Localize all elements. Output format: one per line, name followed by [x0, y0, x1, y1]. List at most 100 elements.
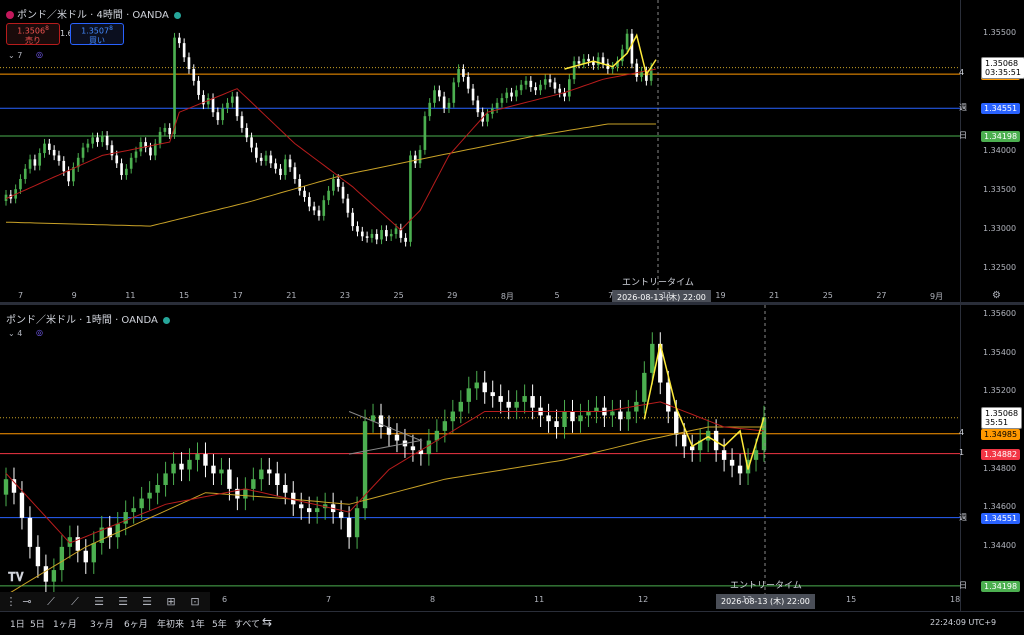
- candle[interactable]: [650, 343, 655, 373]
- candle[interactable]: [354, 508, 360, 538]
- candle[interactable]: [539, 84, 542, 91]
- candle[interactable]: [52, 149, 56, 156]
- candle[interactable]: [601, 57, 605, 64]
- candle[interactable]: [149, 147, 152, 156]
- indicator-settings-icon[interactable]: ◎: [36, 328, 43, 337]
- candle[interactable]: [332, 178, 335, 191]
- candle[interactable]: [336, 178, 340, 187]
- brush-icon[interactable]: ⟋: [68, 595, 82, 609]
- candle[interactable]: [230, 96, 234, 103]
- candle[interactable]: [341, 186, 345, 199]
- candle[interactable]: [245, 127, 249, 138]
- candle[interactable]: [168, 127, 172, 135]
- candle[interactable]: [115, 523, 120, 538]
- candle[interactable]: [312, 206, 316, 211]
- timeframe-button[interactable]: 1年: [190, 617, 205, 630]
- candle[interactable]: [187, 459, 192, 470]
- settings-gear-icon[interactable]: ⚙: [992, 290, 1001, 301]
- candle[interactable]: [283, 159, 287, 176]
- compare-icon[interactable]: ⇆: [262, 615, 272, 629]
- chart-pane-1h[interactable]: 1.356001.354001.352001.350001.348001.346…: [0, 305, 1024, 611]
- candle[interactable]: [131, 508, 136, 513]
- candle[interactable]: [307, 508, 312, 513]
- candle[interactable]: [299, 504, 304, 509]
- candle[interactable]: [255, 147, 258, 158]
- candle[interactable]: [235, 96, 239, 117]
- candle[interactable]: [275, 473, 280, 485]
- candle[interactable]: [279, 168, 282, 176]
- candle[interactable]: [586, 411, 591, 416]
- candle[interactable]: [404, 237, 407, 242]
- candle[interactable]: [474, 382, 479, 389]
- candle[interactable]: [203, 454, 208, 466]
- candle[interactable]: [450, 411, 456, 422]
- candle[interactable]: [529, 80, 533, 88]
- candle[interactable]: [452, 82, 456, 103]
- candle[interactable]: [173, 37, 176, 135]
- candle[interactable]: [338, 512, 344, 518]
- indicator-settings-icon[interactable]: ◎: [36, 50, 43, 59]
- candle[interactable]: [227, 469, 232, 489]
- candle[interactable]: [486, 113, 489, 122]
- sell-button[interactable]: 1.35068 売り: [6, 23, 60, 45]
- candle[interactable]: [482, 382, 487, 393]
- candle[interactable]: [466, 76, 470, 89]
- candle[interactable]: [635, 63, 639, 77]
- candle[interactable]: [158, 131, 162, 144]
- candle[interactable]: [243, 488, 248, 499]
- candle[interactable]: [642, 372, 647, 402]
- candle[interactable]: [442, 421, 448, 431]
- candle[interactable]: [500, 98, 504, 103]
- candle[interactable]: [495, 102, 499, 109]
- candle[interactable]: [522, 396, 527, 402]
- candle[interactable]: [426, 440, 432, 455]
- parallel-channel-icon[interactable]: ☰: [140, 595, 154, 609]
- candle[interactable]: [120, 163, 123, 176]
- candle[interactable]: [457, 69, 460, 83]
- candle[interactable]: [38, 153, 42, 166]
- trend-line-icon[interactable]: ⟋: [44, 595, 58, 609]
- candle[interactable]: [705, 430, 711, 441]
- candle[interactable]: [490, 392, 495, 397]
- candle[interactable]: [86, 143, 90, 148]
- candle[interactable]: [346, 198, 350, 213]
- candle[interactable]: [317, 210, 321, 216]
- candle[interactable]: [251, 479, 256, 489]
- candle[interactable]: [572, 61, 576, 80]
- candle[interactable]: [530, 396, 535, 408]
- candle[interactable]: [267, 469, 272, 474]
- candle[interactable]: [59, 546, 65, 571]
- candle[interactable]: [269, 155, 273, 164]
- candle[interactable]: [259, 157, 263, 161]
- candle[interactable]: [423, 116, 427, 150]
- candle[interactable]: [466, 388, 471, 402]
- candle[interactable]: [618, 411, 623, 420]
- candle[interactable]: [548, 79, 552, 83]
- candle[interactable]: [385, 230, 388, 237]
- fib-extension-icon[interactable]: ☰: [116, 595, 130, 609]
- candle[interactable]: [19, 178, 22, 190]
- candle[interactable]: [43, 566, 49, 582]
- candle[interactable]: [370, 233, 374, 238]
- rectangle-icon[interactable]: ⊡: [188, 595, 202, 609]
- candle[interactable]: [48, 143, 51, 150]
- candle[interactable]: [179, 463, 184, 470]
- candle[interactable]: [553, 82, 557, 89]
- candle[interactable]: [51, 570, 57, 582]
- candle[interactable]: [219, 469, 224, 474]
- zigzag-pattern-line[interactable]: [564, 33, 657, 77]
- candle[interactable]: [546, 415, 551, 422]
- candle[interactable]: [155, 485, 160, 493]
- candle[interactable]: [322, 200, 326, 216]
- candle[interactable]: [129, 157, 133, 169]
- candle[interactable]: [57, 155, 61, 161]
- candle[interactable]: [554, 421, 559, 427]
- candle[interactable]: [35, 546, 41, 567]
- candle[interactable]: [163, 473, 168, 485]
- candle[interactable]: [28, 159, 32, 169]
- price-axis-1h[interactable]: 1.356001.354001.352001.350001.348001.346…: [959, 305, 1024, 611]
- candle[interactable]: [578, 415, 583, 422]
- price-axis-4h[interactable]: 1.355001.350001.345001.340001.335001.330…: [959, 0, 1024, 302]
- candle[interactable]: [81, 147, 85, 158]
- candle[interactable]: [91, 137, 94, 144]
